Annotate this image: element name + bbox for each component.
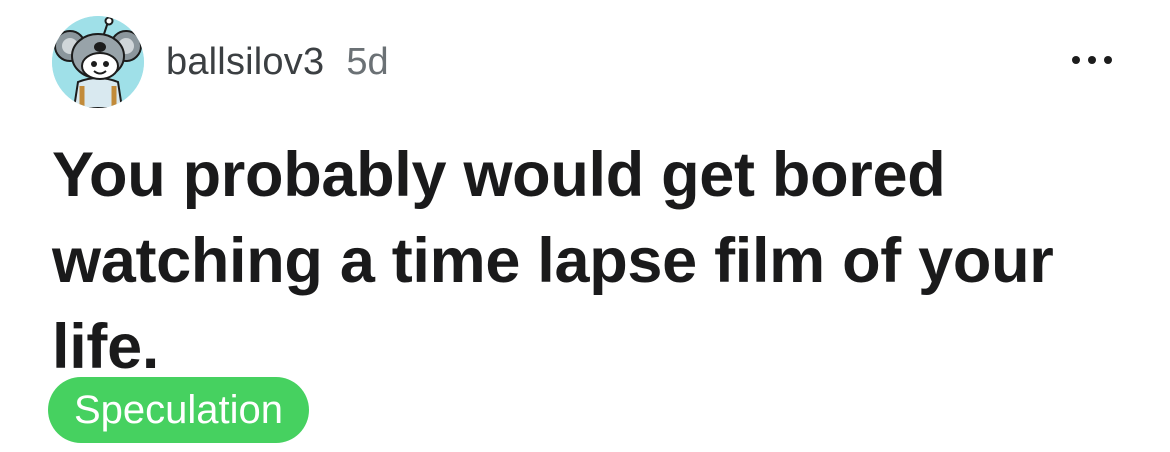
- post-title[interactable]: You probably would get bored watching a …: [52, 132, 1112, 390]
- post-age: 5d: [346, 40, 389, 83]
- post-card: ballsilov3 5d You probably would get bor…: [0, 0, 1170, 452]
- post-flair-badge[interactable]: Speculation: [48, 377, 310, 443]
- dot: [1072, 56, 1080, 64]
- dot: [1104, 56, 1112, 64]
- snoo-avatar-icon: [52, 16, 144, 108]
- dot: [1088, 56, 1096, 64]
- post-header: ballsilov3 5d: [52, 14, 389, 110]
- author-username[interactable]: ballsilov3: [166, 41, 324, 84]
- user-avatar[interactable]: [52, 16, 144, 108]
- more-options-icon[interactable]: [1072, 48, 1112, 72]
